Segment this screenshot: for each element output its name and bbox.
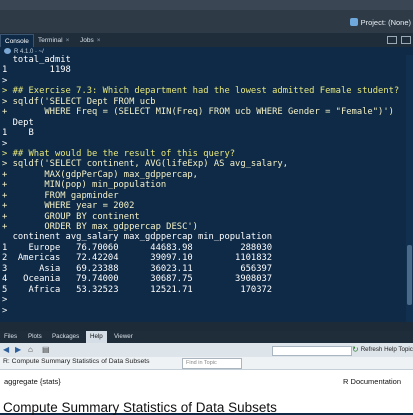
project-label: Project: (None) [360,17,411,27]
top-strip [0,0,413,10]
tab-jobs[interactable]: Jobs × [76,34,105,47]
console-line: > [2,75,8,86]
console-line: 3 Asia 69.23388 36023.11 656397 [2,263,273,274]
refresh-icon: ↻ [352,345,359,354]
help-topic-title: R: Compute Summary Statistics of Data Su… [3,358,150,365]
console-line: > [2,305,8,316]
back-icon[interactable]: ◀ [3,345,9,354]
pane-divider[interactable] [0,322,413,331]
console-line: 1 B [2,128,34,139]
console-line: + GROUP BY continent [2,211,140,222]
console-line: 5 Africa 53.32523 12521.71 170372 [2,284,273,295]
tab-files[interactable]: Files [0,331,21,343]
refresh-help-button[interactable]: ↻ Refresh Help Topic [352,345,413,354]
console-line: > [2,138,8,149]
console-line: + MAX(gdpPerCap) max_gdppercap, [2,169,198,180]
console-line: continent avg_salary max_gdppercap min_p… [2,232,273,243]
help-pane-tabs: Files Plots Packages Help Viewer [0,331,413,343]
console-line: > sqldf('SELECT Dept FROM ucb [2,96,156,107]
help-function-name: aggregate {stats} [4,377,61,386]
tab-viewer[interactable]: Viewer [110,331,137,343]
console-line: Dept [2,117,34,128]
console-line: + ORDER BY max_gdppercap DESC') [2,222,198,232]
close-icon[interactable]: × [66,37,70,44]
refresh-label: Refresh Help Topic [360,346,413,353]
minimize-pane-icon[interactable] [387,36,397,44]
console-line: 2 Americas 72.42204 39097.10 1101832 [2,253,273,264]
tab-terminal[interactable]: Terminal × [34,34,73,47]
pane-controls [387,36,411,44]
console-line: + WHERE Freq = (SELECT MIN(Freq) FROM uc… [2,107,394,118]
scrollbar-thumb[interactable] [407,245,412,305]
console-line: > ## What would be the result of this qu… [2,148,236,159]
tab-help[interactable]: Help [86,331,107,343]
r-logo-icon [4,48,11,55]
console-line: + WHERE year = 2002 [2,201,135,212]
console-line: 1 1198 [2,65,71,76]
home-icon[interactable]: ⌂ [28,345,33,354]
project-icon [349,18,358,26]
help-search-input[interactable] [272,346,352,356]
console-line: total_admit [2,55,71,65]
console-pane-tabs: Console Terminal × Jobs × [0,33,413,48]
console-line: > ## Exercise 7.3: Which department had … [2,86,400,97]
console-line: > [2,295,8,306]
help-toolbar: ◀ ▶ ⌂ ▤ ↻ Refresh Help Topic [0,343,413,358]
r-documentation-label: R Documentation [343,377,401,386]
tab-console[interactable]: Console [0,34,34,48]
help-content: aggregate {stats} R Documentation Comput… [0,370,413,415]
forward-icon[interactable]: ▶ [15,345,21,354]
tab-label: Console [5,38,29,45]
console-line: + MIN(pop) min_population [2,180,167,191]
console-line: + FROM gapminder [2,190,119,201]
console-line: > sqldf('SELECT continent, AVG(lifeExp) … [2,159,288,170]
console-output[interactable]: total_admit 1 1198 > > ## Exercise 7.3: Whi… [0,55,405,322]
tab-label: Terminal [38,37,63,44]
maximize-pane-icon[interactable] [401,36,411,44]
find-in-topic-input[interactable]: Find in Topic [182,358,242,369]
help-title-bar: R: Compute Summary Statistics of Data Su… [0,357,413,370]
tab-packages[interactable]: Packages [48,331,83,343]
console-line: 4 Oceania 79.74000 30687.75 3908037 [2,274,273,285]
close-icon[interactable]: × [97,37,101,44]
project-menu[interactable]: Project: (None) [349,15,411,29]
tab-label: Jobs [80,37,94,44]
console-scrollbar[interactable] [406,55,413,322]
print-icon[interactable]: ▤ [42,345,50,354]
title-bar: Project: (None) [0,0,413,33]
console-line: 1 Europe 76.70060 44683.98 288030 [2,242,273,253]
tab-plots[interactable]: Plots [24,331,46,343]
